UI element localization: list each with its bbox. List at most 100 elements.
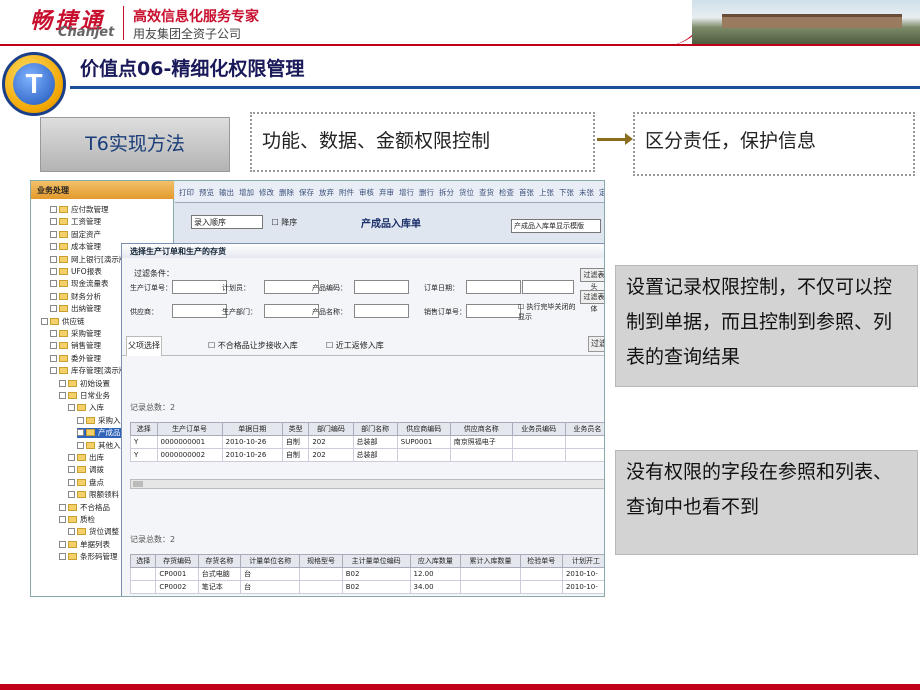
- tree-item[interactable]: 货位调整: [68, 527, 119, 537]
- tree-item[interactable]: 财务分析: [50, 292, 101, 302]
- toolbar-button[interactable]: 预览: [199, 188, 214, 197]
- toolbar-button[interactable]: 删行: [419, 188, 434, 197]
- tab-parent-select[interactable]: 父项选择: [126, 336, 162, 356]
- desc-checkbox[interactable]: ☐ 降序: [272, 218, 298, 227]
- column-header[interactable]: 业务员编码: [511, 422, 566, 436]
- tree-item[interactable]: 日常业务: [59, 391, 110, 401]
- table-cell: 自制: [281, 435, 310, 449]
- tree-item[interactable]: 固定资产: [50, 230, 101, 240]
- column-header[interactable]: 供应商编码: [396, 422, 451, 436]
- table-row[interactable]: Y 0000000001 2010-10-26 自制 202 总装部 SUP0001 南京照福…: [130, 435, 604, 449]
- toolbar-button[interactable]: 定位: [599, 188, 604, 197]
- toolbar-button[interactable]: 输出: [219, 188, 234, 197]
- table-row[interactable]: CP0002 笔记本台 B02 34.00 2010-10-: [129, 580, 604, 594]
- tree-item[interactable]: 库存管理[演示版]: [50, 366, 129, 376]
- toolbar-button[interactable]: 上张: [539, 188, 554, 197]
- column-header[interactable]: 存货编码: [155, 554, 199, 568]
- template-select[interactable]: 产成品入库单显示模版: [511, 219, 601, 233]
- column-header[interactable]: 部门名称: [352, 422, 398, 436]
- filter-field-input[interactable]: [466, 280, 521, 294]
- table-cell: [564, 448, 604, 462]
- order-select[interactable]: 录入顺序: [191, 215, 263, 229]
- column-header[interactable]: 选择: [129, 554, 157, 568]
- tree-item[interactable]: 调拨: [68, 465, 104, 475]
- column-header[interactable]: 规格型号: [299, 554, 343, 568]
- tree-item[interactable]: 质检: [59, 515, 95, 525]
- column-header[interactable]: 累计入库数量: [460, 554, 521, 568]
- column-header[interactable]: 类型: [281, 422, 310, 436]
- toolbar-button[interactable]: 检查: [499, 188, 514, 197]
- column-header[interactable]: 单据日期: [221, 422, 283, 436]
- tree-item[interactable]: 出库: [68, 453, 104, 463]
- filter-field-label: 生产部门：: [222, 308, 257, 316]
- filter-field-input[interactable]: [354, 280, 409, 294]
- tree-item[interactable]: 销售管理: [50, 341, 101, 351]
- table-cell: 总装部: [352, 448, 398, 462]
- tree-item[interactable]: 不合格品: [59, 503, 110, 513]
- toolbar-button[interactable]: 打印: [179, 188, 194, 197]
- tree-item[interactable]: 成本管理: [50, 242, 101, 252]
- filter-field-input[interactable]: [264, 280, 319, 294]
- rework-checkbox[interactable]: ☐ 近工返修入库: [326, 340, 384, 351]
- column-header[interactable]: 主计量单位编码: [341, 554, 411, 568]
- column-header[interactable]: 检验单号: [519, 554, 563, 568]
- column-header[interactable]: 应入库数量: [409, 554, 462, 568]
- column-header[interactable]: 供应商名称: [449, 422, 513, 436]
- toolbar-button[interactable]: 查货: [479, 188, 494, 197]
- column-header[interactable]: 部门编码: [308, 422, 354, 436]
- order-grid: 选择 生产订单号 单据日期 类型 部门编码 部门名称 供应商编码 供应商名称 业务员编码 业务员名…: [130, 422, 604, 462]
- filter-field-input[interactable]: [466, 304, 521, 318]
- tree-item-label: 应付款管理: [71, 205, 109, 214]
- column-header[interactable]: 业务员名: [564, 422, 604, 436]
- close-display-checkbox[interactable]: ☐ 执行完毕关闭的显示: [518, 302, 578, 322]
- filter-field-input[interactable]: [172, 280, 227, 294]
- toolbar-button[interactable]: 附件: [339, 188, 354, 197]
- table-row[interactable]: Y 0000000002 2010-10-26 自制 202 总装部: [130, 448, 604, 462]
- toolbar-button[interactable]: 首张: [519, 188, 534, 197]
- column-header[interactable]: 计划开工: [561, 554, 604, 568]
- tree-item[interactable]: 入库: [68, 403, 104, 413]
- toolbar-button[interactable]: 放弃: [319, 188, 334, 197]
- toolbar-button[interactable]: 下张: [559, 188, 574, 197]
- column-header[interactable]: 选择: [130, 422, 158, 436]
- filter-field-input[interactable]: [264, 304, 319, 318]
- column-header[interactable]: 存货名称: [197, 554, 242, 568]
- toolbar-button[interactable]: 弃审: [379, 188, 394, 197]
- toolbar-button[interactable]: 货位: [459, 188, 474, 197]
- toolbar-button[interactable]: 保存: [299, 188, 314, 197]
- tree-item[interactable]: 单据列表: [59, 540, 110, 550]
- tree-item[interactable]: 出纳管理: [50, 304, 101, 314]
- table-row[interactable]: CP0001 台式电脑台 B02 12.00 2010-10-: [129, 567, 604, 581]
- tree-item[interactable]: 条形码管理: [59, 552, 118, 562]
- toolbar-button[interactable]: 末张: [579, 188, 594, 197]
- tree-item-label: 出库: [89, 453, 104, 462]
- tree-item[interactable]: 盘点: [68, 478, 104, 488]
- filter-field-input[interactable]: [172, 304, 227, 318]
- tree-item[interactable]: 限额领料: [68, 490, 119, 500]
- horizontal-scrollbar[interactable]: [130, 479, 604, 489]
- filter-button[interactable]: 过滤: [588, 336, 604, 352]
- tree-item[interactable]: 应付款管理: [50, 205, 109, 215]
- filter-body-button[interactable]: 过滤表体: [580, 290, 604, 313]
- reject-accept-checkbox[interactable]: ☐ 不合格品让步接收入库: [208, 340, 298, 351]
- tree-item[interactable]: UFO报表: [50, 267, 102, 277]
- tree-item[interactable]: 委外管理: [50, 354, 101, 364]
- column-header[interactable]: 生产订单号: [156, 422, 223, 436]
- toolbar-button[interactable]: 审核: [359, 188, 374, 197]
- tree-item[interactable]: 工资管理: [50, 217, 101, 227]
- toolbar-button[interactable]: 拆分: [439, 188, 454, 197]
- toolbar-button[interactable]: 增行: [399, 188, 414, 197]
- order-date-to-input[interactable]: [522, 280, 574, 294]
- tree-item[interactable]: 供应链: [41, 317, 85, 327]
- tree-item[interactable]: 初始设置: [59, 379, 110, 389]
- column-header[interactable]: 计量单位名称: [240, 554, 301, 568]
- toolbar-button[interactable]: 修改: [259, 188, 274, 197]
- filter-head-button[interactable]: 过滤表头: [580, 268, 604, 291]
- toolbar-button[interactable]: 删除: [279, 188, 294, 197]
- tree-item[interactable]: 网上银行[演示版]: [50, 255, 129, 265]
- toolbar-button[interactable]: 增加: [239, 188, 254, 197]
- filter-field-input[interactable]: [354, 304, 409, 318]
- table-cell: 2010-10-26: [221, 435, 283, 449]
- tree-item[interactable]: 采购管理: [50, 329, 101, 339]
- tree-item[interactable]: 现金流量表: [50, 279, 109, 289]
